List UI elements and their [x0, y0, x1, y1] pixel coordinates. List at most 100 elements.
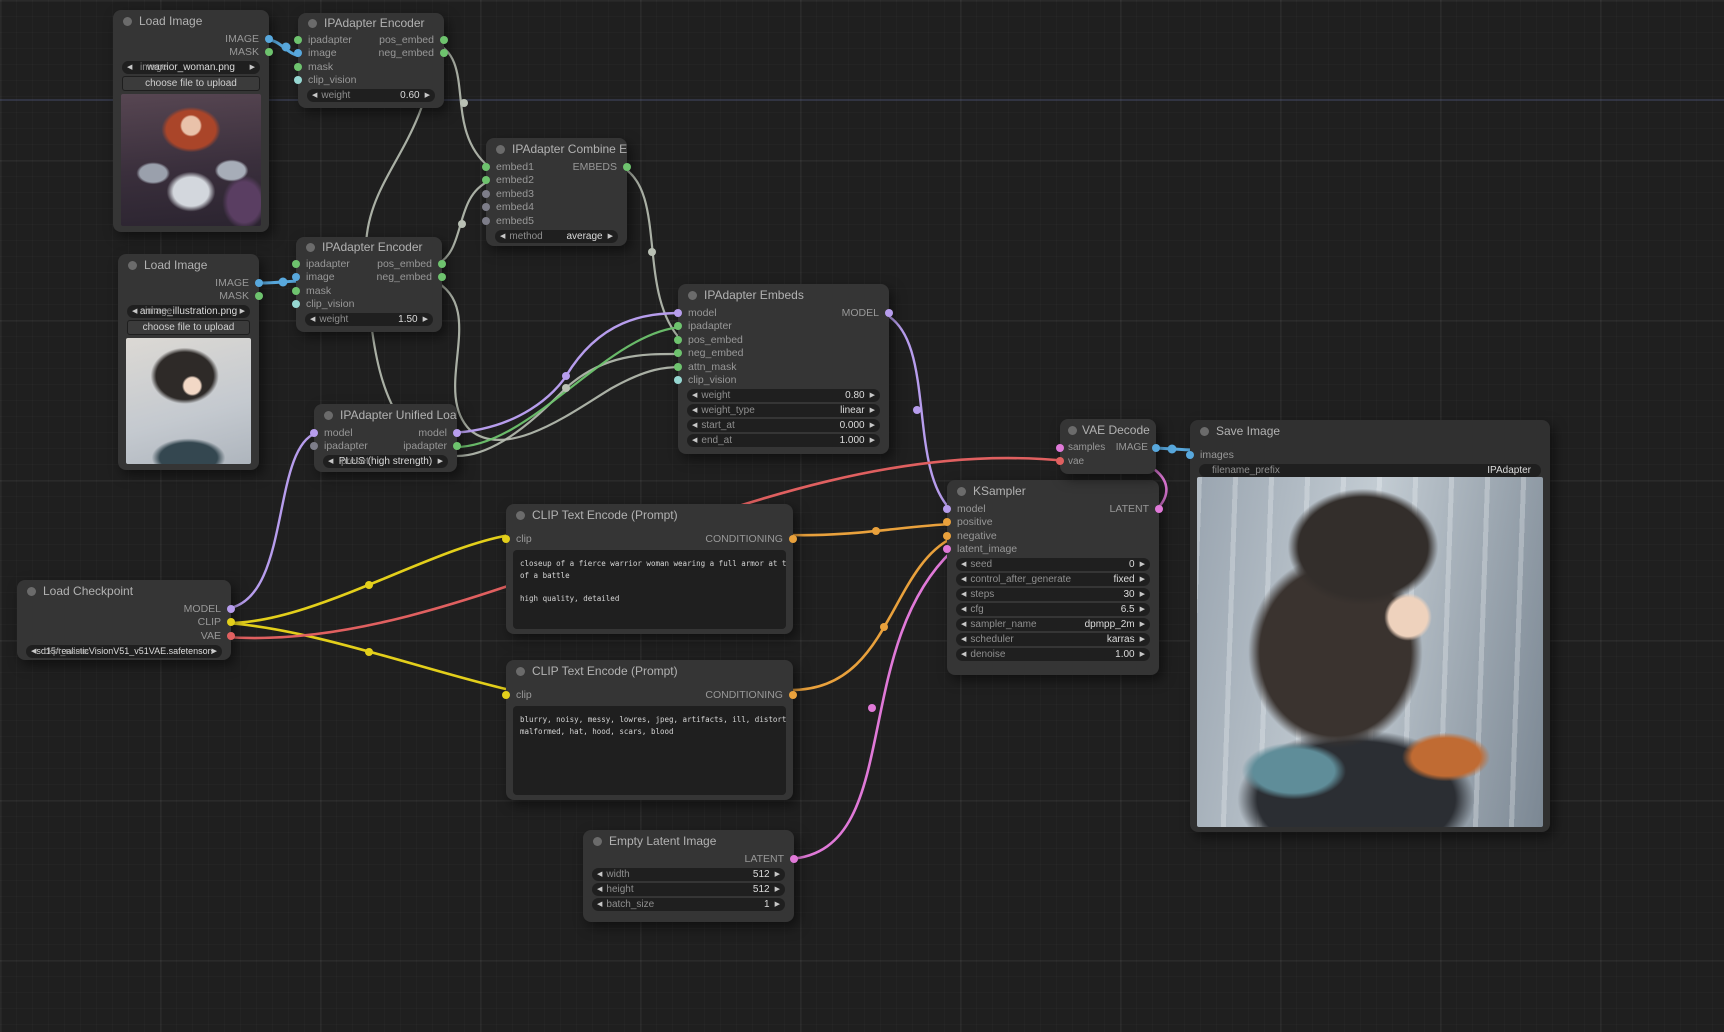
input-slot-image[interactable]	[292, 273, 300, 281]
input-slot-samples[interactable]	[1056, 444, 1064, 452]
wire-dot[interactable]	[913, 406, 921, 414]
wire-dot[interactable]	[279, 278, 288, 287]
stepper-left-icon[interactable]: ◀	[692, 419, 697, 432]
output-slot-mask[interactable]	[265, 48, 273, 56]
node-graph-canvas[interactable]: Load Image IMAGE MASK ◀ image warrior_wo…	[0, 0, 1724, 1032]
output-slot-latent[interactable]	[1155, 505, 1163, 513]
output-slot-latent[interactable]	[790, 855, 798, 863]
height-widget[interactable]: ◀height512▶	[592, 883, 785, 896]
input-slot-ipadapter[interactable]	[292, 260, 300, 268]
node-save-image[interactable]: Save Image images filename_prefix IPAdap…	[1190, 420, 1550, 832]
stepper-left-icon[interactable]: ◀	[961, 558, 966, 571]
weight-type-widget[interactable]: ◀weight_typelinear▶	[687, 404, 880, 417]
stepper-right-icon[interactable]: ▶	[775, 898, 780, 911]
combo-right-arrow-icon[interactable]: ▶	[212, 645, 217, 658]
input-slot-positive[interactable]	[943, 518, 951, 526]
input-slot-vae[interactable]	[1056, 457, 1064, 465]
wire-dot[interactable]	[458, 220, 466, 228]
stepper-left-icon[interactable]: ◀	[961, 603, 966, 616]
stepper-left-icon[interactable]: ◀	[500, 230, 505, 243]
output-slot-image[interactable]	[255, 279, 263, 287]
input-slot-ipadapter[interactable]	[674, 322, 682, 330]
node-ipadapter-encoder-2[interactable]: IPAdapter Encoder ipadapterpos_embed ima…	[296, 237, 442, 332]
output-slot-conditioning[interactable]	[789, 691, 797, 699]
upload-button[interactable]: choose file to upload	[122, 76, 260, 91]
stepper-right-icon[interactable]: ▶	[1140, 633, 1145, 646]
input-slot-pos-embed[interactable]	[674, 336, 682, 344]
output-slot-model[interactable]	[227, 605, 235, 613]
wire-dot[interactable]	[365, 648, 373, 656]
combo-right-arrow-icon[interactable]: ▶	[250, 61, 255, 74]
input-slot-negative[interactable]	[943, 532, 951, 540]
stepper-right-icon[interactable]: ▶	[1140, 648, 1145, 661]
image-combo[interactable]: ◀ image warrior_woman.png ▶	[122, 61, 260, 74]
steps-widget[interactable]: ◀steps30▶	[956, 588, 1150, 601]
collapse-dot-icon[interactable]	[957, 487, 966, 496]
batch-size-widget[interactable]: ◀batch_size1▶	[592, 898, 785, 911]
stepper-left-icon[interactable]: ◀	[692, 389, 697, 402]
node-empty-latent-image[interactable]: Empty Latent Image LATENT ◀width512▶ ◀he…	[583, 830, 794, 922]
collapse-dot-icon[interactable]	[516, 511, 525, 520]
input-slot-image[interactable]	[294, 49, 302, 57]
node-load-image-2[interactable]: Load Image IMAGE MASK ◀ image anime_illu…	[118, 254, 259, 470]
stepper-left-icon[interactable]: ◀	[312, 89, 317, 102]
collapse-dot-icon[interactable]	[516, 667, 525, 676]
input-slot-neg-embed[interactable]	[674, 349, 682, 357]
collapse-dot-icon[interactable]	[306, 243, 315, 252]
wire-dot[interactable]	[880, 623, 888, 631]
cfg-widget[interactable]: ◀cfg6.5▶	[956, 603, 1150, 616]
node-vae-decode[interactable]: VAE Decode samplesIMAGE vae	[1060, 419, 1156, 474]
output-slot-ipadapter[interactable]	[453, 442, 461, 450]
combo-right-arrow-icon[interactable]: ▶	[240, 305, 245, 318]
stepper-right-icon[interactable]: ▶	[425, 89, 430, 102]
stepper-left-icon[interactable]: ◀	[961, 633, 966, 646]
node-clip-text-encode-negative[interactable]: CLIP Text Encode (Prompt) clipCONDITIONI…	[506, 660, 793, 800]
end-at-widget[interactable]: ◀end_at1.000▶	[687, 434, 880, 447]
upload-button[interactable]: choose file to upload	[127, 320, 250, 335]
stepper-right-icon[interactable]: ▶	[1140, 573, 1145, 586]
stepper-left-icon[interactable]: ◀	[692, 404, 697, 417]
negative-prompt-textarea[interactable]: blurry, noisy, messy, lowres, jpeg, arti…	[513, 706, 786, 795]
filename-prefix-widget[interactable]: filename_prefix IPAdapter	[1199, 464, 1541, 477]
stepper-left-icon[interactable]: ◀	[961, 588, 966, 601]
output-slot-embeds[interactable]	[623, 163, 631, 171]
output-slot-model[interactable]	[885, 309, 893, 317]
input-slot-clip-vision[interactable]	[292, 300, 300, 308]
ckpt-name-combo[interactable]: ◀ ckpt_name sd15/realisticVisionV51_v51V…	[26, 645, 222, 658]
node-clip-text-encode-positive[interactable]: CLIP Text Encode (Prompt) clipCONDITIONI…	[506, 504, 793, 634]
width-widget[interactable]: ◀width512▶	[592, 868, 785, 881]
stepper-left-icon[interactable]: ◀	[597, 883, 602, 896]
collapse-dot-icon[interactable]	[324, 411, 333, 420]
preset-combo[interactable]: ◀ preset PLUS (high strength) ▶	[323, 455, 448, 468]
collapse-dot-icon[interactable]	[1200, 427, 1209, 436]
input-slot-mask[interactable]	[292, 287, 300, 295]
collapse-dot-icon[interactable]	[128, 261, 137, 270]
wire-dot[interactable]	[365, 581, 373, 589]
input-slot-ipadapter[interactable]	[310, 442, 318, 450]
stepper-right-icon[interactable]: ▶	[1140, 603, 1145, 616]
collapse-dot-icon[interactable]	[593, 837, 602, 846]
stepper-left-icon[interactable]: ◀	[961, 573, 966, 586]
input-slot-model[interactable]	[674, 309, 682, 317]
method-widget[interactable]: ◀ method average ▶	[495, 230, 618, 243]
input-slot-clip-vision[interactable]	[674, 376, 682, 384]
output-slot-conditioning[interactable]	[789, 535, 797, 543]
collapse-dot-icon[interactable]	[1068, 426, 1077, 435]
output-slot-mask[interactable]	[255, 292, 263, 300]
input-slot-embed1[interactable]	[482, 163, 490, 171]
stepper-left-icon[interactable]: ◀	[310, 313, 315, 326]
input-slot-model[interactable]	[943, 505, 951, 513]
input-slot-embed3[interactable]	[482, 190, 490, 198]
output-slot-neg-embed[interactable]	[438, 273, 446, 281]
node-ipadapter-unified-loader[interactable]: IPAdapter Unified Loader modelmodel ipad…	[314, 404, 457, 472]
input-slot-mask[interactable]	[294, 63, 302, 71]
wire-dot[interactable]	[872, 527, 880, 535]
node-ipadapter-combine-embeds[interactable]: IPAdapter Combine Embeds embed1EMBEDS em…	[486, 138, 627, 246]
input-slot-attn-mask[interactable]	[674, 363, 682, 371]
wire-dot[interactable]	[562, 384, 570, 392]
output-slot-model[interactable]	[453, 429, 461, 437]
combo-right-arrow-icon[interactable]: ▶	[438, 455, 443, 468]
sampler-name-widget[interactable]: ◀sampler_namedpmpp_2m▶	[956, 618, 1150, 631]
input-slot-images[interactable]	[1186, 451, 1194, 459]
stepper-right-icon[interactable]: ▶	[1140, 558, 1145, 571]
